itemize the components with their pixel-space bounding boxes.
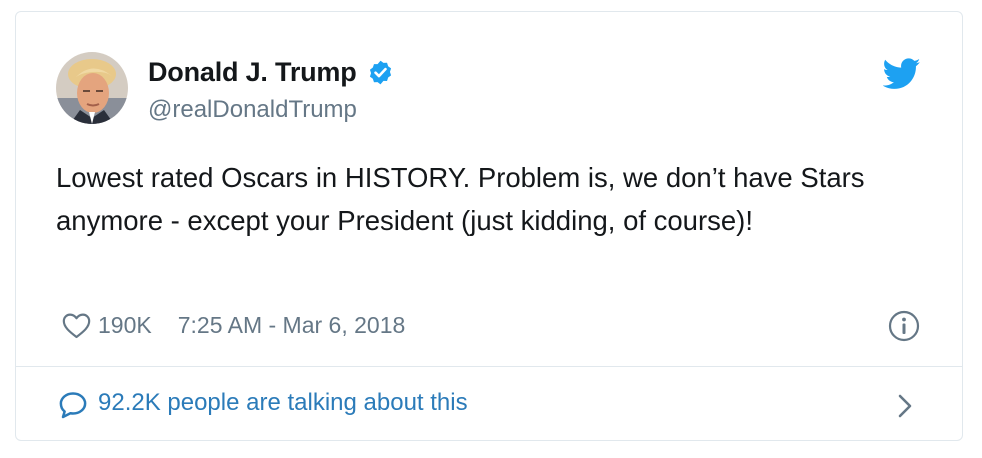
author-name-row[interactable]: Donald J. Trump (148, 54, 394, 90)
tweet-timestamp[interactable]: 7:25 AM - Mar 6, 2018 (178, 312, 406, 339)
chevron-right-icon[interactable] (896, 393, 914, 419)
info-icon[interactable] (888, 310, 920, 342)
speech-bubble-icon (59, 392, 87, 419)
conversation-count-text[interactable]: 92.2K people are talking about this (98, 389, 468, 417)
author-handle[interactable]: @realDonaldTrump (148, 96, 357, 124)
author-display-name[interactable]: Donald J. Trump (148, 57, 357, 88)
heart-icon[interactable] (62, 312, 91, 339)
twitter-bird-icon[interactable] (883, 57, 921, 91)
tweet-meta-row: 190K 7:25 AM - Mar 6, 2018 (62, 310, 405, 340)
tweet-card: Donald J. Trump @realDonaldTrump Lowest … (15, 11, 963, 441)
tweet-text: Lowest rated Oscars in HISTORY. Problem … (56, 162, 865, 236)
conversation-link[interactable]: 92.2K people are talking about this (16, 367, 962, 441)
like-count[interactable]: 190K (98, 312, 152, 339)
avatar[interactable] (56, 52, 128, 124)
verified-badge-icon (369, 60, 391, 84)
